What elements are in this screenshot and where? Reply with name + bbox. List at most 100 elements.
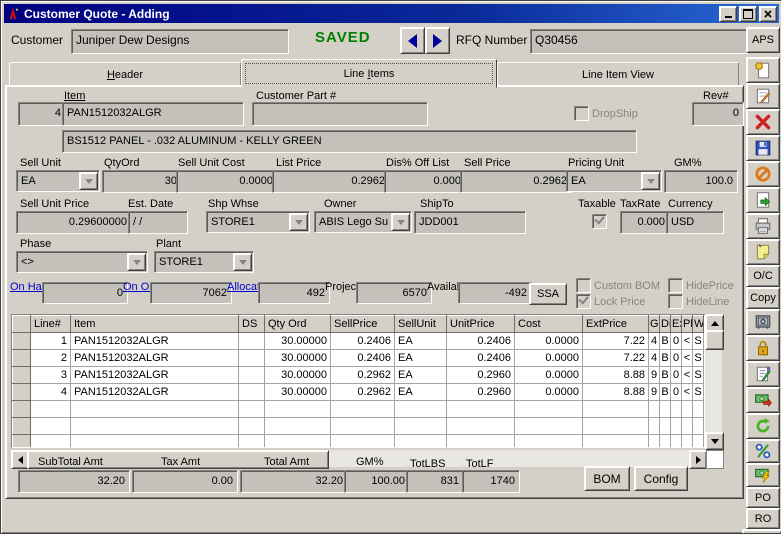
notepad-pencil-icon bbox=[754, 365, 772, 383]
lock-button[interactable] bbox=[746, 335, 780, 361]
notes-button[interactable] bbox=[746, 239, 780, 265]
tab-line-items[interactable]: Line Items bbox=[241, 59, 497, 88]
item-field[interactable]: PAN1512032ALGR bbox=[62, 102, 244, 126]
tab-line-item-view[interactable]: Line Item View bbox=[497, 62, 739, 87]
table-vscrollbar[interactable] bbox=[705, 314, 722, 448]
scroll-down-button[interactable] bbox=[705, 432, 724, 450]
subtotal-label: SubTotal Amt bbox=[38, 456, 103, 468]
column-header[interactable]: DS bbox=[239, 316, 265, 333]
config-button[interactable]: Config bbox=[634, 466, 688, 491]
table-row[interactable] bbox=[13, 418, 704, 435]
percent-button[interactable] bbox=[746, 439, 780, 463]
ssa-button[interactable]: SSA bbox=[529, 283, 567, 305]
money-flash-button[interactable] bbox=[746, 463, 780, 487]
taxable-checkbox[interactable] bbox=[592, 214, 607, 229]
column-header[interactable]: Qty Ord bbox=[265, 316, 331, 333]
refresh-button[interactable] bbox=[746, 413, 780, 439]
save-button[interactable] bbox=[746, 135, 780, 161]
row-selector[interactable] bbox=[13, 333, 31, 350]
hide-price-checkbox[interactable] bbox=[668, 278, 683, 293]
table-row[interactable] bbox=[13, 435, 704, 449]
table-row[interactable]: 4PAN1512032ALGR30.000000.2962EA0.29600.0… bbox=[13, 384, 704, 401]
export-button[interactable] bbox=[746, 187, 780, 213]
dropship-checkbox[interactable] bbox=[574, 106, 589, 121]
vscroll-thumb[interactable] bbox=[705, 330, 724, 350]
aps-button[interactable]: APS bbox=[746, 27, 780, 53]
qtyord-field[interactable]: 30 bbox=[102, 170, 182, 193]
edit-pad-button[interactable] bbox=[746, 361, 780, 387]
rfq-number-field[interactable]: Q30456 bbox=[530, 29, 748, 54]
bom-button[interactable]: BOM bbox=[584, 466, 630, 491]
lock-price-checkbox[interactable] bbox=[576, 294, 591, 309]
table-cell bbox=[649, 418, 660, 435]
custom-bom-checkbox[interactable] bbox=[576, 278, 591, 293]
on-hand-link[interactable]: On Hand bbox=[10, 282, 42, 293]
tab-header[interactable]: Header bbox=[9, 62, 241, 87]
sell-unit-cost-field[interactable]: 0.0000 bbox=[176, 170, 278, 193]
table-cell bbox=[239, 418, 265, 435]
pricing-unit-dropdown[interactable]: EA bbox=[566, 170, 662, 192]
table-cell bbox=[395, 435, 447, 449]
shipto-field[interactable]: JDD001 bbox=[414, 211, 526, 234]
scroll-right-button[interactable] bbox=[689, 450, 707, 469]
table-row[interactable]: 1PAN1512032ALGR30.000000.2406EA0.24060.0… bbox=[13, 333, 704, 350]
column-header[interactable]: SellPrice bbox=[331, 316, 395, 333]
currency-field: USD bbox=[666, 211, 724, 234]
column-header[interactable]: Line# bbox=[31, 316, 71, 333]
ro-button[interactable]: RO bbox=[746, 508, 780, 529]
est-date-field[interactable]: / / bbox=[128, 211, 188, 234]
customer-part-field[interactable] bbox=[252, 102, 428, 126]
sell-unit-price-field[interactable]: 0.29600000 bbox=[16, 211, 132, 234]
row-selector[interactable] bbox=[13, 384, 31, 401]
column-header[interactable]: ExtPrice bbox=[583, 316, 649, 333]
close-button[interactable] bbox=[759, 6, 777, 22]
row-selector[interactable] bbox=[13, 350, 31, 367]
edit-quote-button[interactable] bbox=[746, 83, 780, 109]
phase-dropdown[interactable]: <> bbox=[16, 251, 148, 273]
plant-dropdown[interactable]: STORE1 bbox=[154, 251, 254, 273]
sell-price-field[interactable]: 0.2962 bbox=[460, 170, 572, 193]
sell-unit-dropdown[interactable]: EA bbox=[16, 170, 100, 192]
print-button[interactable] bbox=[746, 213, 780, 239]
owner-dropdown[interactable]: ABIS Lego Su bbox=[314, 211, 412, 233]
item-label[interactable]: Item bbox=[64, 90, 85, 102]
row-selector[interactable] bbox=[13, 418, 31, 435]
column-header[interactable]: Ph bbox=[682, 316, 693, 333]
column-header[interactable]: Item bbox=[71, 316, 239, 333]
customer-field[interactable]: Juniper Dew Designs bbox=[71, 29, 289, 54]
sticky-note-icon bbox=[754, 243, 772, 261]
dis-off-list-field[interactable]: 0.000 bbox=[384, 170, 466, 193]
list-price-field[interactable]: 0.2962 bbox=[272, 170, 390, 193]
table-cell: 9 bbox=[649, 384, 660, 401]
column-header[interactable]: G bbox=[649, 316, 660, 333]
money-out-button[interactable] bbox=[746, 387, 780, 413]
column-header[interactable]: Di bbox=[660, 316, 671, 333]
column-header[interactable]: UnitPrice bbox=[447, 316, 515, 333]
row-selector[interactable] bbox=[13, 435, 31, 449]
table-row[interactable] bbox=[13, 401, 704, 418]
allocated-link[interactable]: Allocated bbox=[227, 282, 259, 293]
column-header[interactable]: Cost bbox=[515, 316, 583, 333]
table-cell bbox=[265, 401, 331, 418]
vault-button[interactable] bbox=[746, 309, 780, 335]
cancel-button[interactable] bbox=[746, 161, 780, 187]
hide-line-checkbox[interactable] bbox=[668, 294, 683, 309]
table-row[interactable]: 3PAN1512032ALGR30.000000.2962EA0.29600.0… bbox=[13, 367, 704, 384]
prev-record-button[interactable] bbox=[400, 27, 425, 54]
column-header[interactable]: SellUnit bbox=[395, 316, 447, 333]
oc-button[interactable]: O/C bbox=[746, 265, 780, 287]
next-record-button[interactable] bbox=[425, 27, 450, 54]
delete-button[interactable] bbox=[746, 109, 780, 135]
column-header[interactable]: W bbox=[693, 316, 704, 333]
po-button[interactable]: PO bbox=[746, 487, 780, 508]
shp-whse-dropdown[interactable]: STORE1 bbox=[206, 211, 310, 233]
column-header[interactable]: Ex bbox=[671, 316, 682, 333]
new-quote-button[interactable] bbox=[746, 57, 780, 83]
row-selector[interactable] bbox=[13, 367, 31, 384]
minimize-button[interactable] bbox=[719, 6, 737, 22]
copy-button[interactable]: Copy bbox=[746, 287, 780, 309]
maximize-button[interactable] bbox=[739, 6, 757, 22]
table-row[interactable]: 2PAN1512032ALGR30.000000.2406EA0.24060.0… bbox=[13, 350, 704, 367]
item-description-field[interactable]: BS1512 PANEL - .032 ALUMINUM - KELLY GRE… bbox=[62, 130, 637, 153]
row-selector[interactable] bbox=[13, 401, 31, 418]
